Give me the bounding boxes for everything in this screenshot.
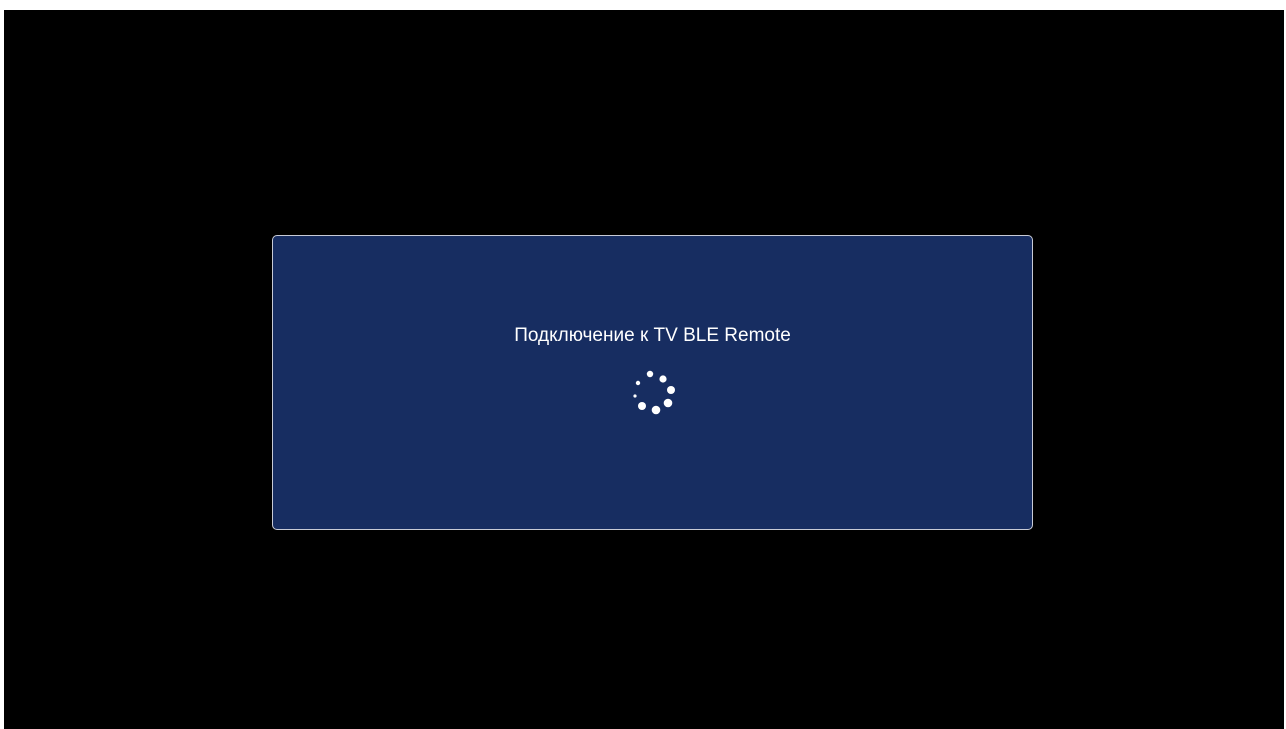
connection-dialog: Подключение к TV BLE Remote xyxy=(272,235,1033,530)
dialog-title: Подключение к TV BLE Remote xyxy=(514,325,791,346)
tv-screen: Подключение к TV BLE Remote xyxy=(4,10,1284,729)
loading-spinner-icon xyxy=(633,370,675,415)
